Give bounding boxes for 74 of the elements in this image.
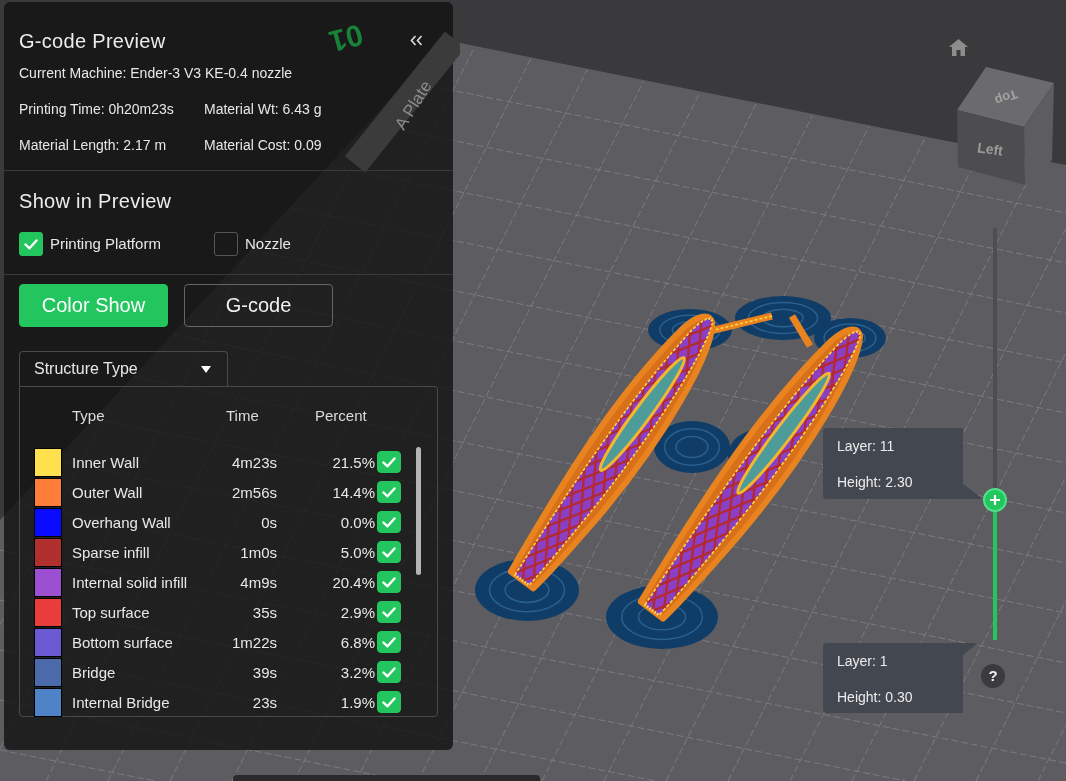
time-cell-text: 2m56s xyxy=(230,483,277,501)
percent-cell-text: 6.8% xyxy=(339,633,375,651)
checkmark-icon xyxy=(382,696,396,708)
view-mode-button[interactable]: G-code xyxy=(184,284,333,327)
type-cell-text: Inner Wall xyxy=(71,453,140,471)
percent-cell-text: 21.5% xyxy=(331,453,375,471)
time-cell-text: 1m22s xyxy=(230,633,277,651)
panel-title: G-code Preview xyxy=(19,29,166,54)
percent-cell-text: 5.0% xyxy=(339,543,375,561)
type-cell-text: Top surface xyxy=(71,603,151,621)
plate-number: 01 xyxy=(325,18,367,59)
column-header: Time xyxy=(225,406,260,426)
time-cell-text: 39s xyxy=(251,663,277,681)
visibility-checkbox[interactable] xyxy=(377,691,401,713)
layer-number: Layer: 1 xyxy=(837,652,888,671)
stat-text: Material Wt: 6.43 g xyxy=(204,100,322,119)
checkmark-icon xyxy=(24,238,38,250)
percent-cell-text: 3.2% xyxy=(339,663,375,681)
stat-text: Material Cost: 0.09 xyxy=(204,136,322,155)
stat-text: Printing Time: 0h20m23s xyxy=(19,100,175,119)
checkmark-icon xyxy=(382,576,396,588)
percent-cell-text: 0.0% xyxy=(339,513,375,531)
percent-cell-text: 1.9% xyxy=(339,693,375,711)
structure-type-dropdown[interactable]: Structure Type xyxy=(19,351,228,386)
checkbox-label[interactable]: Printing Platform xyxy=(50,234,161,254)
checkbox[interactable] xyxy=(214,232,238,256)
type-cell-text: Sparse infill xyxy=(71,543,151,561)
column-header: Percent xyxy=(314,406,368,426)
column-header: Type xyxy=(71,406,106,426)
layer-height: Height: 2.30 xyxy=(837,473,913,492)
time-cell-text: 35s xyxy=(251,603,277,621)
checkmark-icon xyxy=(382,606,396,618)
visibility-checkbox[interactable] xyxy=(377,481,401,503)
layer-slider-track[interactable] xyxy=(993,228,997,640)
scrollbar-thumb[interactable] xyxy=(416,447,421,575)
machine-info: Current Machine: Ender-3 V3 KE-0.4 nozzle xyxy=(19,64,293,83)
visibility-checkbox[interactable] xyxy=(377,511,401,533)
cube-face-label: Left xyxy=(976,139,1004,159)
type-cell-text: Internal solid infill xyxy=(71,573,189,591)
time-cell-text: 1m0s xyxy=(239,543,277,561)
checkmark-icon xyxy=(382,636,396,648)
visibility-checkbox[interactable] xyxy=(377,571,401,593)
percent-cell-text: 2.9% xyxy=(339,603,375,621)
type-cell-text: Internal Bridge xyxy=(71,693,171,711)
stat-text: Material Length: 2.17 m xyxy=(19,136,168,155)
visibility-checkbox[interactable] xyxy=(377,661,401,683)
type-cell-text: Bottom surface xyxy=(71,633,174,651)
plus-icon xyxy=(990,494,1000,505)
checkmark-icon xyxy=(382,516,396,528)
home-icon[interactable] xyxy=(949,39,968,56)
time-cell-text: 4m9s xyxy=(239,573,277,591)
checkbox-label[interactable]: Nozzle xyxy=(245,234,291,254)
type-cell-text: Overhang Wall xyxy=(71,513,172,531)
checkmark-icon xyxy=(382,546,396,558)
time-cell-text: 23s xyxy=(251,693,277,711)
collapse-icon[interactable] xyxy=(410,35,423,46)
time-cell-text: 4m23s xyxy=(230,453,277,471)
layer-number: Layer: 11 xyxy=(837,437,895,456)
caret-icon xyxy=(201,365,211,373)
time-cell-text: 0s xyxy=(260,513,277,531)
layer-height: Height: 0.30 xyxy=(837,688,913,707)
visibility-checkbox[interactable] xyxy=(377,601,401,623)
checkbox[interactable] xyxy=(19,232,43,256)
visibility-checkbox[interactable] xyxy=(377,541,401,563)
type-cell-text: Bridge xyxy=(71,663,117,681)
checkmark-icon xyxy=(382,456,396,468)
checkmark-icon xyxy=(382,666,396,678)
visibility-checkbox[interactable] xyxy=(377,451,401,473)
checkmark-icon xyxy=(382,486,396,498)
visibility-checkbox[interactable] xyxy=(377,631,401,653)
type-cell-text: Outer Wall xyxy=(71,483,144,501)
percent-cell-text: 20.4% xyxy=(331,573,375,591)
percent-cell-text: 14.4% xyxy=(331,483,375,501)
section-title: Show in Preview xyxy=(19,189,172,214)
